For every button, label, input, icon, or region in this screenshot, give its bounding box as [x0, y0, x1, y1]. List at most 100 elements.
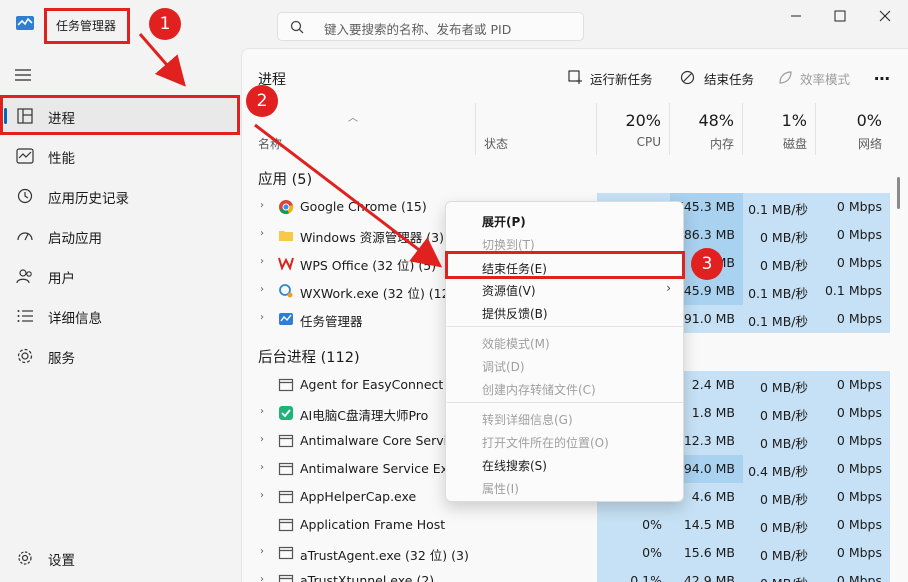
memory-header-label: 内存: [709, 137, 734, 151]
sidebar-item-performance[interactable]: 性能: [4, 138, 236, 174]
status-column-header[interactable]: 状态: [476, 103, 597, 155]
close-icon[interactable]: [875, 8, 895, 24]
disk-column-header[interactable]: 1% 磁盘: [743, 103, 816, 155]
disk-cell: 0 MB/秒: [743, 511, 816, 539]
vertical-scrollbar[interactable]: [897, 159, 901, 579]
disk-cell: 0.1 MB/秒: [743, 193, 816, 221]
memory-cell: 14.5 MB: [670, 511, 743, 539]
chevron-right-icon[interactable]: ›: [260, 200, 264, 211]
menu-divider: [447, 326, 683, 327]
table-row[interactable]: › aTrustXtunnel.exe (2) 0.1% 42.9 MB 0 M…: [242, 567, 890, 582]
process-name: AppHelperCap.exe: [300, 489, 417, 504]
menu-item-expand[interactable]: 展开(P): [482, 213, 526, 230]
chevron-right-icon: ›: [666, 281, 671, 295]
context-menu: 展开(P) 切换到(T) 结束任务(E) 资源值(V) › 提供反馈(B) 效能…: [445, 201, 684, 502]
sidebar-item-label: 性能: [48, 151, 75, 167]
menu-item-efficiency-mode[interactable]: 效能模式(M): [482, 335, 550, 352]
disk-cell: 0 MB/秒: [743, 483, 816, 511]
sidebar-item-users[interactable]: 用户: [4, 258, 236, 294]
sidebar-item-label: 设置: [48, 553, 75, 569]
disk-header-label: 磁盘: [782, 137, 807, 151]
app-window-icon: [278, 490, 294, 504]
menu-item-search-online[interactable]: 在线搜索(S): [482, 457, 547, 474]
chevron-right-icon[interactable]: ›: [260, 462, 264, 473]
performance-icon: [16, 148, 34, 164]
menu-item-feedback[interactable]: 提供反馈(B): [482, 305, 548, 322]
menu-item-debug[interactable]: 调试(D): [482, 358, 525, 375]
sidebar-item-settings[interactable]: 设置: [4, 540, 236, 576]
users-icon: [16, 269, 32, 284]
hamburger-menu-icon[interactable]: [14, 68, 32, 82]
disk-cell: 0 MB/秒: [743, 539, 816, 567]
efficiency-mode-button[interactable]: 效率模式: [778, 69, 863, 87]
cpu-column-header[interactable]: 20% CPU: [597, 103, 670, 155]
scrollbar-thumb[interactable]: [897, 177, 900, 209]
gear-icon: [18, 551, 32, 565]
process-name: AI电脑C盘清理大师Pro: [300, 408, 429, 423]
minimize-icon[interactable]: [786, 8, 806, 24]
app-window-icon: [278, 518, 294, 532]
process-name: WXWork.exe (32 位) (12): [300, 286, 455, 301]
chevron-right-icon[interactable]: ›: [260, 406, 264, 417]
chevron-right-icon[interactable]: ›: [260, 312, 264, 323]
startup-icon: [17, 232, 33, 241]
disk-cell: 0 MB/秒: [743, 221, 816, 249]
step-badge-1: 1: [149, 8, 181, 40]
process-name: Application Frame Host: [300, 517, 446, 532]
search-box[interactable]: 键入要搜索的名称、发布者或 PID: [277, 12, 584, 41]
disk-cell: 0 MB/秒: [743, 249, 816, 277]
menu-item-properties[interactable]: 属性(I): [482, 480, 519, 497]
sidebar-item-services[interactable]: 服务: [4, 338, 236, 374]
cpu-cell: 0%: [597, 539, 670, 567]
more-options-icon[interactable]: ⋯: [874, 69, 891, 88]
process-name: Antimalware Core Service: [300, 433, 462, 448]
sidebar-item-label: 启动应用: [48, 231, 102, 247]
task-manager-icon: [279, 313, 293, 325]
step-badge-3: 3: [691, 248, 723, 280]
menu-item-create-dump[interactable]: 创建内存转储文件(C): [482, 381, 596, 398]
end-task-button[interactable]: 结束任务: [680, 69, 760, 87]
network-cell: 0 Mbps: [816, 539, 890, 567]
sidebar-item-history[interactable]: 应用历史记录: [4, 178, 236, 214]
run-new-task-button[interactable]: 运行新任务: [568, 69, 658, 87]
title-bar: 任务管理器 键入要搜索的名称、发布者或 PID: [0, 0, 908, 48]
step-badge-2: 2: [246, 85, 278, 117]
run-task-icon: [568, 70, 582, 84]
network-cell: 0 Mbps: [816, 305, 890, 333]
sidebar-item-startup[interactable]: 启动应用: [4, 218, 236, 254]
chevron-right-icon[interactable]: ›: [260, 434, 264, 445]
wxwork-icon: [279, 284, 293, 298]
process-name: aTrustAgent.exe (32 位) (3): [300, 548, 469, 563]
network-cell: 0 Mbps: [816, 427, 890, 455]
group-header-apps: 应用 (5): [258, 172, 313, 188]
chevron-right-icon[interactable]: ›: [260, 574, 264, 582]
maximize-icon[interactable]: [830, 8, 850, 24]
chevron-right-icon[interactable]: ›: [260, 546, 264, 557]
name-column-header[interactable]: 名称: [242, 103, 476, 155]
disk-cell: 0 MB/秒: [743, 371, 816, 399]
network-cell: 0 Mbps: [816, 567, 890, 582]
table-row[interactable]: Application Frame Host 0% 14.5 MB 0 MB/秒…: [242, 511, 890, 539]
end-task-icon: [680, 70, 695, 85]
memory-column-header[interactable]: 48% 内存: [670, 103, 743, 155]
process-name: Agent for EasyConnect (3: [300, 377, 461, 392]
chevron-right-icon[interactable]: ›: [260, 490, 264, 501]
network-header-label: 网络: [857, 137, 882, 151]
sidebar-item-details[interactable]: 详细信息: [4, 298, 236, 334]
menu-item-open-file-location[interactable]: 打开文件所在的位置(O): [482, 434, 609, 451]
efficiency-mode-label: 效率模式: [800, 72, 851, 87]
menu-item-go-to-details[interactable]: 转到详细信息(G): [482, 411, 573, 428]
disk-cell: 0 MB/秒: [743, 567, 816, 582]
memory-percent: 48%: [698, 111, 734, 130]
chevron-right-icon[interactable]: ›: [260, 228, 264, 239]
annotation-box-processes: [0, 95, 240, 135]
chevron-right-icon[interactable]: ›: [260, 256, 264, 267]
cleaner-icon: [279, 406, 293, 420]
memory-cell: 42.9 MB: [670, 567, 743, 582]
app-window-icon: [278, 378, 294, 392]
table-row[interactable]: › aTrustAgent.exe (32 位) (3) 0% 15.6 MB …: [242, 539, 890, 567]
leaf-icon: [779, 71, 792, 84]
menu-item-resource-values[interactable]: 资源值(V): [482, 282, 536, 299]
chevron-right-icon[interactable]: ›: [260, 284, 264, 295]
network-column-header[interactable]: 0% 网络: [816, 103, 890, 155]
